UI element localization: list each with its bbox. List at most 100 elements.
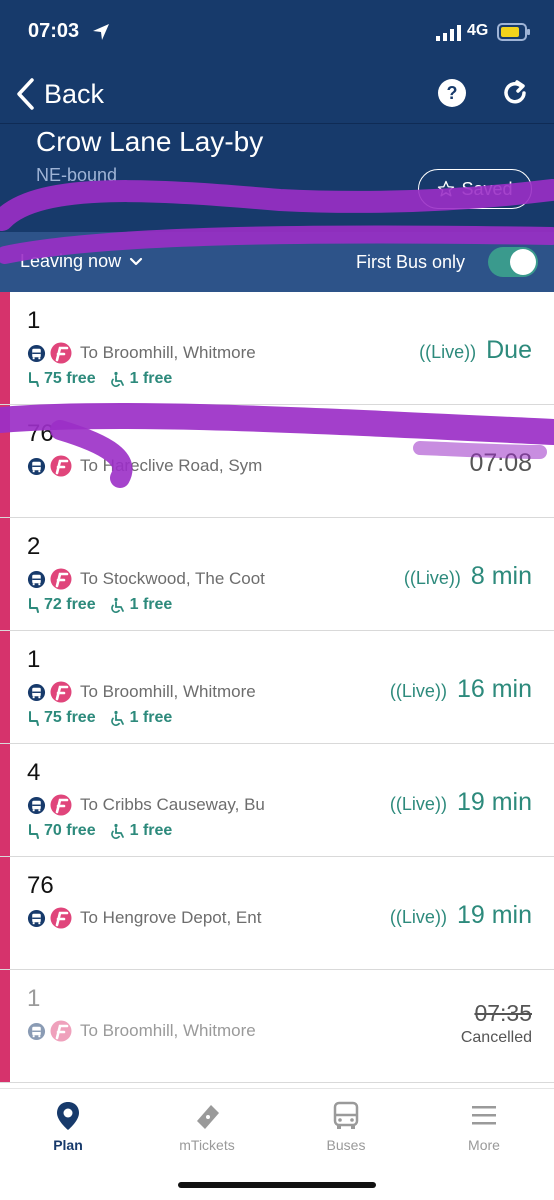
wheelchair-free: 1 free — [129, 596, 173, 613]
filter-bar: Leaving now First Bus only — [0, 232, 554, 292]
departure-row[interactable]: 1 To Broomhill, Whitmore 75 free 1 free ((Li… — [0, 631, 554, 744]
scheduled-time: 07:35 — [474, 1000, 532, 1026]
seats-free: 70 free — [44, 822, 96, 839]
destination-line: To Broomhill, Whitmore — [27, 342, 256, 364]
live-label: Live — [401, 794, 435, 814]
toggle-knob — [510, 249, 536, 275]
wheelchair-free: 1 free — [129, 370, 173, 387]
eta: 8 min — [470, 562, 532, 590]
refresh-icon[interactable] — [500, 78, 530, 108]
departure-row[interactable]: 2 To Stockwood, The Coot 72 free 1 free ((Li… — [0, 518, 554, 631]
network-type: 4G — [467, 22, 489, 39]
eta: 19 min — [456, 901, 532, 929]
eta: 07:08 — [469, 449, 532, 477]
seat-icon — [29, 371, 39, 387]
first-bus-logo-icon — [50, 342, 72, 364]
departure-row[interactable]: 1 To Broomhill, Whitmore 07:35 Cancelled — [0, 970, 554, 1083]
wheelchair-free: 1 free — [129, 709, 173, 726]
tab-more[interactable]: More — [434, 1101, 534, 1161]
live-label: Live — [401, 681, 435, 701]
tab-buses[interactable]: Buses — [296, 1101, 396, 1161]
header: 07:03 4G Back ? Crow Lane Lay-by NE-boun… — [0, 0, 554, 232]
destination: To Broomhill, Whitmore — [80, 343, 256, 362]
destination: To Cribbs Causeway, Bu — [80, 795, 265, 814]
eta-block: ((Live)) 19 min — [390, 901, 532, 930]
first-bus-logo-icon — [50, 568, 72, 590]
route-number: 1 — [27, 985, 41, 1012]
departure-row[interactable]: 76 To Hengrove Depot, Ent ((Live)) 19 min — [0, 857, 554, 970]
leaving-time-dropdown[interactable]: Leaving now — [20, 251, 143, 272]
status-bar: 07:03 4G — [0, 0, 554, 66]
seat-icon — [29, 710, 39, 726]
ticket-icon — [197, 1105, 219, 1129]
tab-mtickets-label: mTickets — [179, 1137, 235, 1153]
seats-free: 75 free — [44, 370, 96, 387]
chevron-down-icon — [129, 257, 143, 265]
first-bus-logo-icon — [50, 794, 72, 816]
route-number: 2 — [27, 533, 41, 560]
tab-mtickets[interactable]: mTickets — [157, 1101, 257, 1161]
first-bus-logo-icon — [50, 1020, 72, 1042]
departure-row[interactable]: 76 To Hareclive Road, Sym 07:08 — [0, 405, 554, 518]
live-label: Live — [401, 907, 435, 927]
wheelchair-icon — [110, 823, 124, 839]
route-number: 4 — [27, 759, 41, 786]
destination-line: To Hareclive Road, Sym — [27, 455, 262, 477]
wheelchair-icon — [110, 710, 124, 726]
status-time: 07:03 — [28, 20, 80, 42]
departure-list: 1 To Broomhill, Whitmore 75 free 1 free ((Li… — [0, 292, 554, 1083]
route-color-bar — [0, 518, 10, 630]
destination-line: To Broomhill, Whitmore — [27, 1020, 256, 1042]
departure-row[interactable]: 4 To Cribbs Causeway, Bu 70 free 1 free ((Li… — [0, 744, 554, 857]
live-indicator: ((Live)) — [389, 681, 447, 701]
bus-stop-icon — [27, 457, 46, 475]
seats-free: 75 free — [44, 709, 96, 726]
signal-icon — [436, 25, 461, 41]
live-indicator: ((Live)) — [419, 342, 477, 362]
saved-button[interactable]: Saved — [418, 169, 532, 209]
capacity-info: 75 free 1 free — [27, 709, 186, 727]
tab-plan-label: Plan — [53, 1137, 83, 1153]
location-pin-icon — [57, 1102, 79, 1130]
live-indicator: ((Live)) — [389, 907, 447, 927]
help-icon[interactable]: ? — [437, 78, 467, 108]
chevron-left-icon — [17, 78, 34, 110]
route-color-bar — [0, 292, 10, 404]
first-bus-toggle[interactable] — [488, 247, 538, 277]
destination: To Stockwood, The Coot — [80, 569, 265, 588]
destination: To Hengrove Depot, Ent — [80, 908, 262, 927]
cancelled-label: Cancelled — [460, 1029, 532, 1046]
svg-text:?: ? — [447, 83, 458, 103]
route-color-bar — [0, 857, 10, 969]
live-indicator: ((Live)) — [389, 794, 447, 814]
destination-line: To Broomhill, Whitmore — [27, 681, 256, 703]
back-button[interactable]: Back — [14, 74, 104, 114]
destination-line: To Cribbs Causeway, Bu — [27, 794, 265, 816]
tab-plan[interactable]: Plan — [18, 1101, 118, 1161]
route-color-bar — [0, 744, 10, 856]
seats-free: 72 free — [44, 596, 96, 613]
capacity-info: 72 free 1 free — [27, 596, 186, 614]
eta: 19 min — [456, 788, 532, 816]
departure-row[interactable]: 1 To Broomhill, Whitmore 75 free 1 free ((Li… — [0, 292, 554, 405]
first-bus-logo-icon — [50, 455, 72, 477]
route-color-bar — [0, 631, 10, 743]
stop-direction: NE-bound — [36, 165, 118, 185]
route-color-bar — [0, 405, 10, 517]
leaving-label: Leaving now — [20, 251, 122, 271]
wheelchair-free: 1 free — [129, 822, 173, 839]
route-number: 1 — [27, 307, 41, 334]
seat-icon — [29, 597, 39, 613]
capacity-info: 75 free 1 free — [27, 370, 186, 388]
eta: 16 min — [456, 675, 532, 703]
bus-stop-icon — [27, 570, 46, 588]
menu-icon — [472, 1106, 496, 1125]
route-number: 1 — [27, 646, 41, 673]
bus-stop-icon — [27, 796, 46, 814]
destination-line: To Hengrove Depot, Ent — [27, 907, 261, 929]
live-label: Live — [431, 342, 465, 362]
bus-stop-icon — [27, 344, 46, 362]
back-label: Back — [44, 78, 105, 109]
wheelchair-icon — [110, 597, 124, 613]
eta-block: ((Live)) Due — [419, 336, 532, 365]
